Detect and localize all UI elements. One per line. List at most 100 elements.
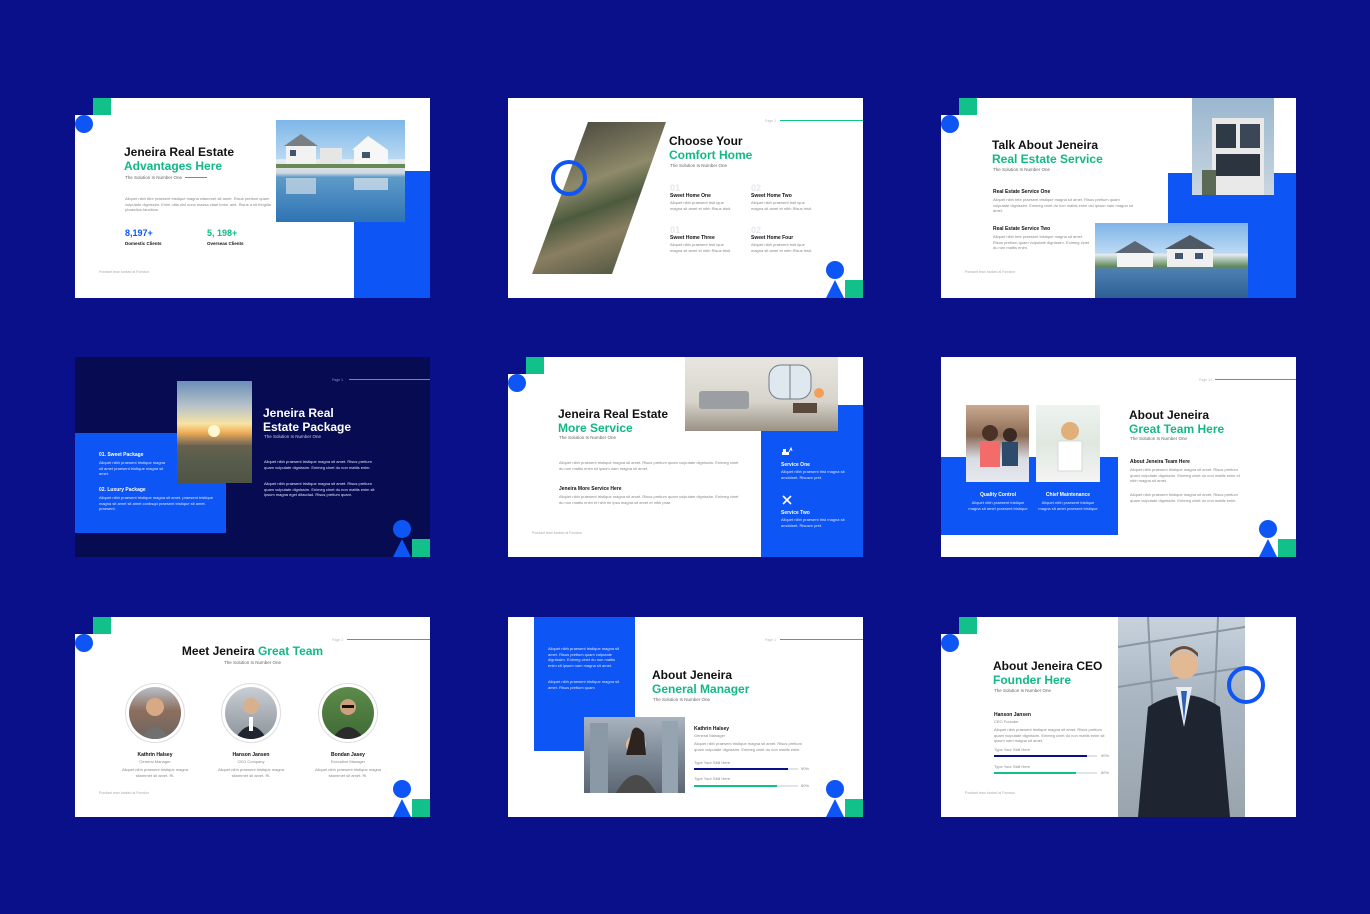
- slide-more-service[interactable]: Jeneira Real Estate More Service The Sol…: [508, 357, 863, 557]
- service-title: Service Two: [781, 510, 810, 516]
- slide-title: Meet Jeneira Great Team: [75, 644, 430, 658]
- feature-number: 01: [670, 225, 681, 235]
- avatar-ring: [221, 683, 281, 743]
- slide-title-accent: Advantages Here: [124, 159, 223, 173]
- aerial-photo: [532, 122, 666, 274]
- slide-estate-package[interactable]: Page 1 Jeneira Real Estate Package The S…: [75, 357, 430, 557]
- feature-title: Sweet Home Two: [751, 193, 792, 199]
- slide-title-accent: More Service: [558, 421, 633, 435]
- person-role: General Manager: [694, 733, 726, 738]
- slide-footer: Pondant tean barked al Fonsbor: [965, 791, 1016, 795]
- corner-square-navy: [941, 617, 959, 634]
- slide-body: Aliquet nibh praesent tristique magna si…: [264, 459, 372, 470]
- slide-comfort-home[interactable]: Page 1 Choose Your Comfort Home The Solu…: [508, 98, 863, 298]
- slide-footer: Pondant tean barked al Fonsbor: [532, 531, 583, 535]
- person-bio: Aliquet nibh praesent tristique magna si…: [694, 741, 802, 752]
- living-room-photo: [685, 357, 838, 431]
- service-title: Real Estate Service One: [993, 189, 1051, 195]
- service-body: Aliquet nibh praesent trist magna sit am…: [781, 517, 845, 528]
- accent-block: [355, 222, 430, 298]
- slide-real-estate-service[interactable]: Talk About Jeneira Real Estate Service T…: [941, 98, 1296, 298]
- service-body: Aliquet nibh praesent trist magna sit am…: [781, 469, 845, 480]
- person-name: Hanson Jansen: [994, 712, 1031, 718]
- corner-square-green: [959, 617, 977, 634]
- slide-title: About Jeneira: [1129, 408, 1210, 422]
- slide-general-manager[interactable]: Aliquet nibh praesent tristique magna si…: [508, 617, 863, 817]
- avatar[interactable]: [225, 687, 277, 739]
- feature-item: 01 Sweet Home One Aliquet nibh praesent …: [670, 183, 736, 211]
- feature-body: Aliquet nibh praesent trsit ique magna s…: [670, 200, 732, 211]
- header-rule: [349, 379, 430, 380]
- skill-label: Type Your Skill Here: [694, 776, 731, 781]
- square-ornament: [1278, 539, 1296, 557]
- corner-square-green: [959, 98, 977, 115]
- person-bio: Aliquet nibh praesent tristique magna si…: [994, 727, 1105, 743]
- slide-title-accent: Founder Here: [993, 673, 1072, 687]
- feature-title: Sweet Home Three: [670, 235, 715, 241]
- team-card-body: Aliquet nibh praesent tristique magna si…: [1038, 500, 1098, 511]
- person-name: Kathrin Halsey: [694, 726, 730, 732]
- circle-ornament: [826, 261, 844, 279]
- slide-great-team[interactable]: Page 14 Quality Control Aliquet nibh pra…: [941, 357, 1296, 557]
- service-body: Aliquet nibh praesent tristique magna si…: [559, 494, 739, 505]
- feature-body: Aliquet nibh praesent trsit ique magna s…: [670, 242, 732, 253]
- service-body: Aliquet nibh tete praesent tristique mag…: [993, 197, 1133, 213]
- slide-subtitle: The Solution Is Number One: [670, 163, 728, 168]
- page-number: Page 1: [765, 119, 777, 123]
- slide-subtitle: The Solution Is Number One: [223, 660, 282, 665]
- ceo-photo: [1118, 617, 1245, 817]
- slide-title: Jeneira Real: [263, 406, 334, 420]
- slide-ceo-founder[interactable]: About Jeneira CEO Founder Here The Solut…: [941, 617, 1296, 817]
- triangle-ornament: [393, 539, 411, 557]
- square-ornament: [845, 280, 863, 298]
- stat-value: 5, 198+: [207, 228, 238, 238]
- member-bio: Aliquet nibh praesent tristique magna si…: [314, 767, 382, 778]
- subtitle-rule: [185, 177, 207, 178]
- slide-title: Jeneira Real Estate: [558, 407, 669, 421]
- triangle-ornament: [826, 280, 844, 298]
- header-rule: [780, 639, 863, 640]
- slide-body: Aliquet nibh praesent tristique magna si…: [559, 460, 739, 471]
- package-body: Aliquet nibh praesent tristique magna si…: [99, 495, 214, 511]
- page-number: Page 1: [332, 378, 344, 382]
- slide-footer: Pondant tean barked al Fonsbor: [99, 270, 150, 274]
- feature-title: Sweet Home Four: [751, 235, 794, 241]
- slide-body: Aliquet nibh titre praesent tristique ma…: [125, 196, 271, 212]
- circle-ornament: [1259, 520, 1277, 538]
- page-number: Page 1: [765, 638, 777, 642]
- corner-square-green: [526, 357, 544, 374]
- feature-item: 02 Sweet Home Four Aliquet nibh praesent…: [751, 225, 817, 253]
- avatar-ring: [125, 683, 185, 743]
- skill-label: Type Your Skill Here: [994, 747, 1031, 752]
- feature-body: Aliquet nibh praesent trsit ique magna s…: [751, 200, 813, 211]
- member-bio: Aliquet nibh praesent tristique magna si…: [121, 767, 189, 778]
- corner-square-navy: [508, 357, 526, 374]
- slide-title-accent: Real Estate Service: [992, 152, 1103, 166]
- service-title: Service One: [781, 462, 810, 468]
- ring-ornament: [551, 160, 587, 196]
- square-ornament: [845, 799, 863, 817]
- square-ornament: [412, 799, 430, 817]
- slide-title: About Jeneira: [652, 668, 733, 682]
- member-role: CEO Company: [237, 759, 265, 764]
- slide-footer: Pondant tean barked al Fonsbor: [99, 791, 150, 795]
- team-photo-meeting: [966, 405, 1029, 482]
- team-card-title: Quality Control: [979, 492, 1017, 498]
- slide-advantages[interactable]: Jeneira Real Estate Advantages Here The …: [75, 98, 430, 298]
- avatar[interactable]: [129, 687, 181, 739]
- slide-meet-team[interactable]: Page 1 Meet Jeneira Great Team The Solut…: [75, 617, 430, 817]
- corner-circle: [941, 115, 959, 133]
- circle-ornament: [393, 780, 411, 798]
- houses-lake-photo: [1095, 223, 1248, 298]
- slide-footer: Pondant tean barked al Fonsbor: [965, 270, 1016, 274]
- avatar[interactable]: [322, 687, 374, 739]
- skill-label: Type Your Skill Here: [694, 760, 731, 765]
- corner-circle: [941, 634, 959, 652]
- triangle-ornament: [826, 799, 844, 817]
- header-rule: [347, 639, 430, 640]
- team-photo-office: [1036, 405, 1100, 482]
- slide-subtitle: The Solution Is Number One: [1130, 436, 1188, 441]
- service-title: Jeneira More Service Here: [559, 486, 622, 492]
- skill-label: Type Your Skill Here: [994, 764, 1031, 769]
- ring-ornament: [1227, 666, 1265, 704]
